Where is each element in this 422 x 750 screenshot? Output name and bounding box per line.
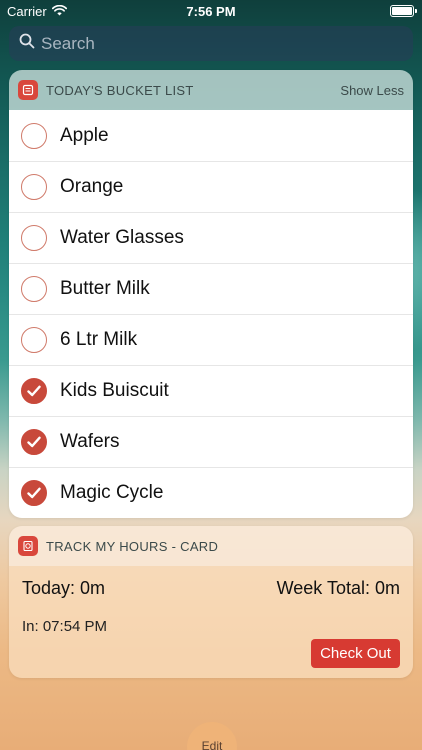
item-label: Wafers [60, 431, 120, 452]
week-total: Week Total: 0m [276, 578, 400, 598]
checked-circle-icon[interactable] [21, 429, 47, 455]
unchecked-circle-icon[interactable] [21, 122, 47, 149]
item-label: 6 Ltr Milk [60, 329, 138, 350]
bucket-list-widget: TODAY'S BUCKET LIST Show Less Apple Oran… [9, 70, 413, 518]
track-widget-title: TRACK MY HOURS - CARD [46, 538, 219, 554]
item-label: Butter Milk [60, 278, 150, 299]
track-hours-widget: TRACK MY HOURS - CARD Today: 0m Week Tot… [9, 526, 413, 678]
bucket-list: Apple Orange Water Glasses Butter Milk 6… [9, 110, 413, 518]
bucket-widget-header: TODAY'S BUCKET LIST Show Less [9, 70, 413, 110]
list-item[interactable]: Kids Buiscuit [9, 365, 413, 416]
unchecked-circle-icon[interactable] [21, 327, 47, 353]
battery-icon [390, 5, 417, 17]
item-label: Orange [60, 176, 124, 197]
search-input[interactable] [41, 33, 381, 54]
checked-circle-icon[interactable] [21, 378, 47, 404]
item-label: Apple [60, 124, 109, 146]
unchecked-circle-icon[interactable] [21, 174, 47, 200]
show-less-button[interactable]: Show Less [340, 83, 404, 98]
check-in-time: In: 07:54 PM [22, 618, 108, 635]
edit-button[interactable]: Edit [187, 722, 237, 750]
item-label: Water Glasses [60, 227, 184, 248]
list-item[interactable]: Orange [9, 161, 413, 212]
search-bar[interactable] [9, 26, 413, 61]
unchecked-circle-icon[interactable] [21, 225, 47, 251]
status-bar: Carrier 7:56 PM [0, 0, 422, 22]
list-item[interactable]: Water Glasses [9, 212, 413, 263]
list-item[interactable]: Wafers [9, 416, 413, 467]
bucket-widget-title: TODAY'S BUCKET LIST [46, 82, 194, 98]
check-out-button[interactable]: Check Out [311, 639, 400, 668]
list-item[interactable]: 6 Ltr Milk [9, 314, 413, 365]
unchecked-circle-icon[interactable] [21, 276, 47, 302]
status-time: 7:56 PM [186, 4, 236, 19]
today-total: Today: 0m [22, 578, 106, 598]
track-hours-app-icon [18, 536, 38, 556]
list-item[interactable]: Magic Cycle [9, 467, 413, 518]
track-body: Today: 0m Week Total: 0m In: 07:54 PM Ch… [9, 566, 413, 678]
search-icon [19, 33, 35, 54]
checked-circle-icon[interactable] [21, 480, 47, 506]
item-label: Magic Cycle [60, 482, 164, 503]
bucket-list-app-icon [18, 80, 38, 100]
list-item[interactable]: Butter Milk [9, 263, 413, 314]
track-widget-header: TRACK MY HOURS - CARD [9, 526, 413, 566]
item-label: Kids Buiscuit [60, 380, 169, 401]
list-item[interactable]: Apple [9, 110, 413, 161]
